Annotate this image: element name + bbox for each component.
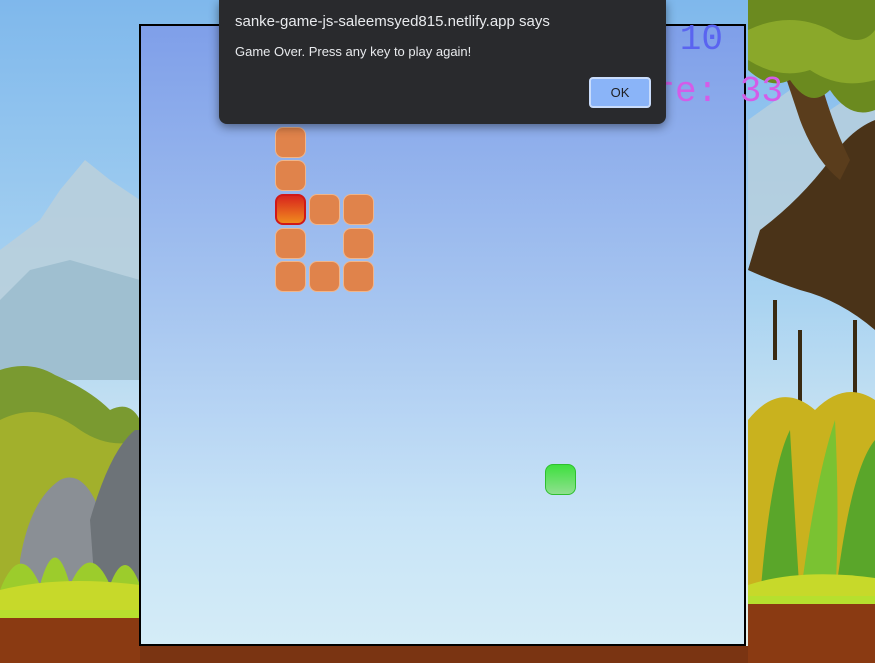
snake-body-segment: [342, 227, 374, 259]
snake-body-segment: [275, 160, 307, 192]
ok-button[interactable]: OK: [589, 77, 651, 108]
dialog-title: sanke-game-js-saleemsyed815.netlify.app …: [235, 13, 550, 30]
snake-body-segment: [275, 227, 307, 259]
hiscore-text: 10: [679, 19, 723, 60]
snake-body-segment: [342, 261, 374, 293]
food-item: [544, 463, 576, 495]
game-scene: 10 re: 33 sanke-game-js-saleemsyed815.ne…: [0, 0, 875, 663]
alert-dialog: sanke-game-js-saleemsyed815.netlify.app …: [219, 0, 666, 124]
snake-head: [275, 194, 307, 225]
snake-body-segment: [309, 261, 340, 293]
snake-body-segment: [309, 194, 340, 225]
snake-body-segment: [275, 126, 307, 158]
snake-body-segment: [342, 194, 374, 225]
dialog-message: Game Over. Press any key to play again!: [235, 44, 472, 59]
score-text: re: 33: [653, 71, 783, 112]
snake-body-segment: [275, 261, 307, 293]
